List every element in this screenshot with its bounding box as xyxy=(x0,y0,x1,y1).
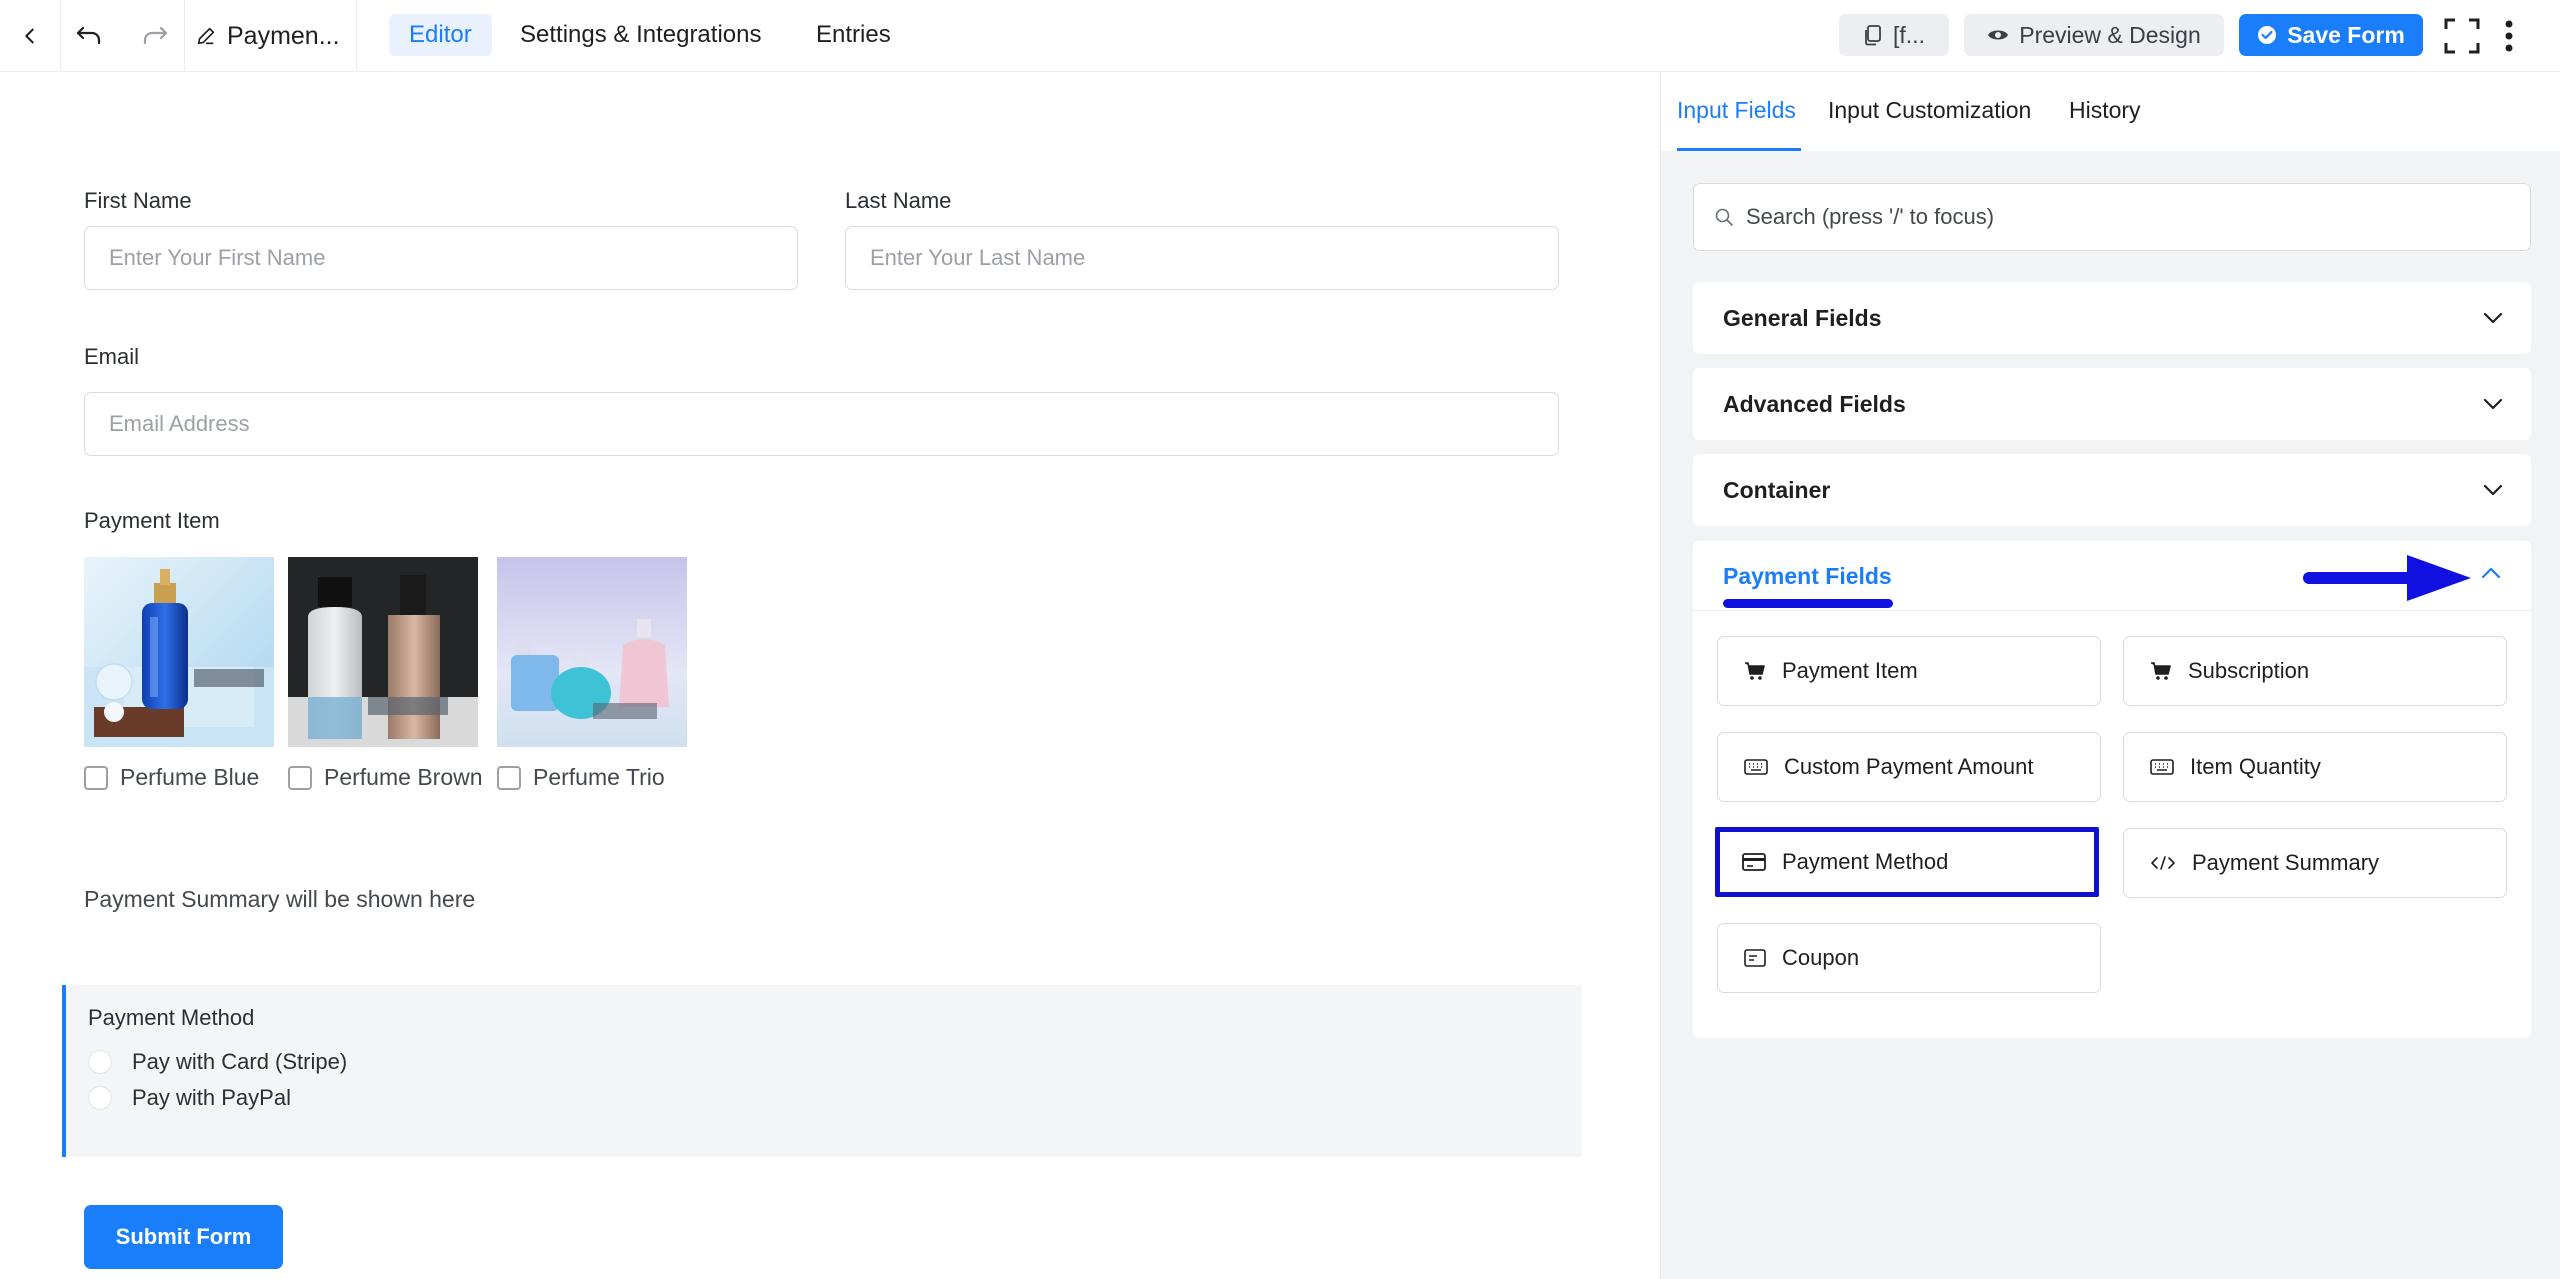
field-payment-item-label: Payment Item xyxy=(1782,658,1918,683)
checkbox-box[interactable] xyxy=(84,765,108,790)
field-item-quantity-label: Item Quantity xyxy=(2190,754,2321,779)
perfume-brown-image[interactable] xyxy=(288,557,478,747)
payment-fields-header[interactable]: Payment Fields xyxy=(1693,541,2531,611)
radio-stripe[interactable]: Pay with Card (Stripe) xyxy=(88,1049,347,1075)
tab-editor[interactable]: Editor xyxy=(389,14,492,56)
chevron-down-icon xyxy=(2483,398,2503,410)
section-general-fields-label: General Fields xyxy=(1723,304,1882,331)
fullscreen-icon[interactable] xyxy=(2440,0,2484,72)
section-container-label: Container xyxy=(1723,476,1831,503)
credit-card-icon xyxy=(1742,853,1766,871)
annotation-underline xyxy=(1723,599,1893,608)
section-general-fields[interactable]: General Fields xyxy=(1693,282,2531,354)
perfume-trio-image[interactable] xyxy=(497,557,687,747)
back-icon[interactable] xyxy=(0,0,60,72)
shortcode-label: [f... xyxy=(1893,21,1925,48)
tab-input-fields[interactable]: Input Fields xyxy=(1677,97,1796,124)
chevron-down-icon xyxy=(2483,312,2503,324)
tab-settings-integrations[interactable]: Settings & Integrations xyxy=(500,14,781,56)
copy-icon xyxy=(1865,25,1881,46)
form-title[interactable]: Paymen... xyxy=(195,0,345,72)
radio-dot[interactable] xyxy=(88,1050,112,1074)
code-icon xyxy=(2151,856,2175,870)
payment-method-field[interactable]: Payment Method Pay with Card (Stripe) Pa… xyxy=(62,985,1582,1157)
payment-item-label: Payment Item xyxy=(84,508,220,533)
fields-sidebar: Input Fields Input Customization History… xyxy=(1660,73,2560,1279)
radio-dot[interactable] xyxy=(88,1086,112,1110)
section-container[interactable]: Container xyxy=(1693,454,2531,526)
undo-icon[interactable] xyxy=(62,0,116,72)
cart-icon xyxy=(2151,662,2171,680)
keyboard-icon xyxy=(1744,759,1768,775)
tab-entries[interactable]: Entries xyxy=(796,14,911,56)
field-payment-summary[interactable]: Payment Summary xyxy=(2123,828,2507,898)
keyboard-icon xyxy=(2150,759,2174,775)
first-name-label: First Name xyxy=(84,188,192,213)
more-vertical-icon[interactable] xyxy=(2494,0,2524,72)
email-input[interactable]: Email Address xyxy=(84,392,1559,456)
active-tab-indicator xyxy=(1677,148,1801,151)
perfume-brown-label: Perfume Brown xyxy=(324,764,483,790)
payment-summary-placeholder[interactable]: Payment Summary will be shown here xyxy=(84,886,475,913)
email-label: Email xyxy=(84,344,140,369)
last-name-label: Last Name xyxy=(845,188,952,213)
chevron-down-icon xyxy=(2483,484,2503,496)
submit-form-button[interactable]: Submit Form xyxy=(84,1205,283,1269)
section-payment-fields: Payment Fields Payment Item Subscription… xyxy=(1693,541,2531,1038)
search-icon xyxy=(1715,208,1733,226)
preview-label: Preview & Design xyxy=(2019,21,2201,48)
tab-history[interactable]: History xyxy=(2069,97,2141,124)
section-payment-fields-label: Payment Fields xyxy=(1723,563,1892,589)
perfume-blue-label: Perfume Blue xyxy=(120,764,260,790)
field-coupon-label: Coupon xyxy=(1782,945,1860,970)
last-name-input[interactable]: Enter Your Last Name xyxy=(845,226,1559,290)
field-payment-summary-label: Payment Summary xyxy=(2192,850,2380,875)
annotation-arrow-icon xyxy=(2303,555,2471,601)
field-subscription[interactable]: Subscription xyxy=(2123,636,2507,706)
eye-icon xyxy=(1988,30,2009,40)
payment-method-label: Payment Method xyxy=(88,1005,255,1030)
tab-input-customization[interactable]: Input Customization xyxy=(1828,97,2031,124)
search-placeholder: Search (press '/' to focus) xyxy=(1746,204,1995,229)
save-form-button[interactable]: Save Form xyxy=(2239,14,2423,56)
field-payment-method-label: Payment Method xyxy=(1782,849,1949,874)
radio-paypal[interactable]: Pay with PayPal xyxy=(88,1085,291,1111)
field-custom-payment-amount-label: Custom Payment Amount xyxy=(1784,754,2034,779)
field-payment-method[interactable]: Payment Method xyxy=(1715,827,2099,897)
sidebar-tabs: Input Fields Input Customization History xyxy=(1661,73,2560,151)
perfume-trio-checkbox[interactable]: Perfume Trio xyxy=(497,764,665,791)
edit-pencil-icon xyxy=(197,27,215,45)
field-coupon[interactable]: Coupon xyxy=(1717,923,2101,993)
checkbox-box[interactable] xyxy=(497,765,521,790)
perfume-blue-checkbox[interactable]: Perfume Blue xyxy=(84,764,259,791)
check-circle-icon xyxy=(2258,26,2277,44)
coupon-icon xyxy=(1744,949,1766,967)
top-toolbar: Paymen... Editor Settings & Integrations… xyxy=(0,0,2560,72)
radio-paypal-label: Pay with PayPal xyxy=(132,1085,291,1110)
field-custom-payment-amount[interactable]: Custom Payment Amount xyxy=(1717,732,2101,802)
redo-icon[interactable] xyxy=(128,0,182,72)
first-name-input[interactable]: Enter Your First Name xyxy=(84,226,798,290)
field-payment-item[interactable]: Payment Item xyxy=(1717,636,2101,706)
form-title-text: Paymen... xyxy=(227,21,340,50)
preview-design-button[interactable]: Preview & Design xyxy=(1964,14,2224,56)
field-search-input[interactable]: Search (press '/' to focus) xyxy=(1693,183,2531,251)
checkbox-box[interactable] xyxy=(288,765,312,790)
section-advanced-fields-label: Advanced Fields xyxy=(1723,390,1906,417)
cart-icon xyxy=(1745,662,1765,680)
perfume-blue-image[interactable] xyxy=(84,557,274,747)
shortcode-button[interactable]: [f... xyxy=(1839,14,1949,56)
field-item-quantity[interactable]: Item Quantity xyxy=(2123,732,2507,802)
section-advanced-fields[interactable]: Advanced Fields xyxy=(1693,368,2531,440)
perfume-trio-label: Perfume Trio xyxy=(533,764,665,790)
radio-stripe-label: Pay with Card (Stripe) xyxy=(132,1049,348,1074)
chevron-up-icon[interactable] xyxy=(2481,567,2501,579)
save-form-label: Save Form xyxy=(2287,21,2405,48)
perfume-brown-checkbox[interactable]: Perfume Brown xyxy=(288,764,483,791)
field-subscription-label: Subscription xyxy=(2188,658,2310,683)
